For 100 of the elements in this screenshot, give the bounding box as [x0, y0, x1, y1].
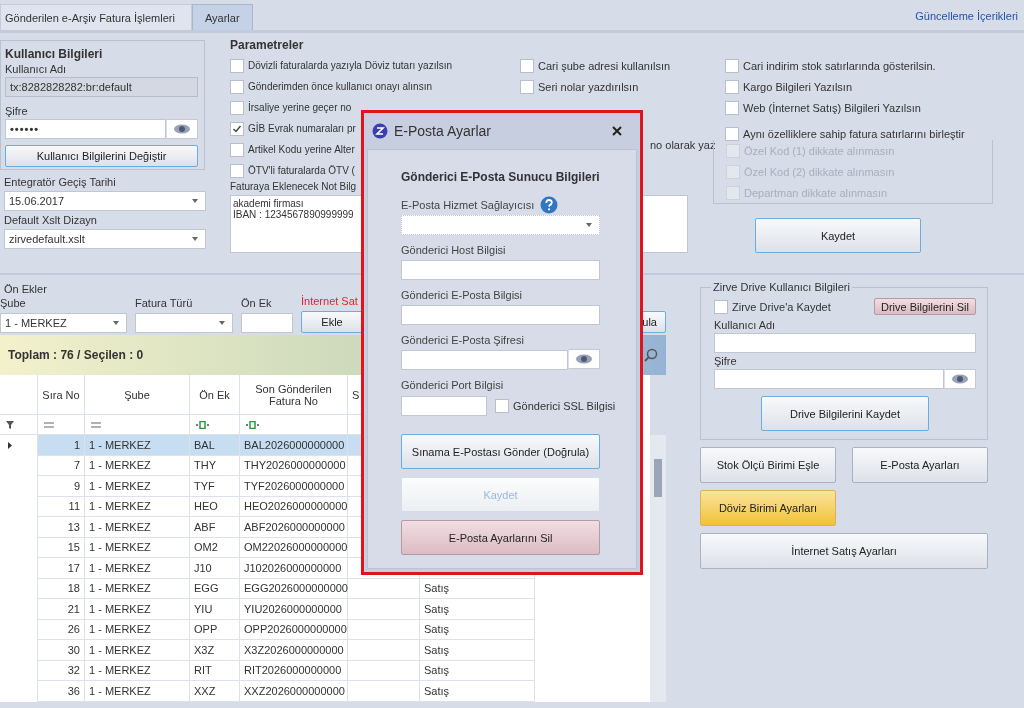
action-button[interactable]: Döviz Birimi Ayarları: [700, 490, 836, 526]
eye-icon[interactable]: [944, 369, 976, 389]
search-icon[interactable]: [644, 348, 658, 362]
tab[interactable]: Gönderilen e-Arşiv Fatura İşlemleri: [0, 4, 192, 30]
table-cell: XXZ2026000000000: [240, 681, 348, 701]
eye-icon[interactable]: [568, 349, 600, 369]
table-cell: Satış: [424, 643, 450, 656]
table-cell: 9: [38, 476, 85, 496]
equals-icon[interactable]: [91, 421, 101, 428]
table-row[interactable]: 18 1 - MERKEZ EGG EGG2026000000000 Satış: [38, 578, 535, 599]
password-field[interactable]: ••••••: [5, 119, 166, 139]
field-label: Entegratör Geçiş Tarihi: [4, 176, 117, 188]
invoice-type-dropdown[interactable]: [135, 313, 233, 333]
table-cell: Satış: [424, 582, 450, 595]
table-cell: 11: [38, 496, 85, 516]
update-link[interactable]: Güncelleme İçerikleri: [915, 10, 1018, 22]
checkbox[interactable]: [230, 121, 244, 136]
checkbox[interactable]: [714, 299, 728, 314]
checkbox[interactable]: [230, 142, 244, 157]
action-button[interactable]: E-Posta Ayarları: [852, 447, 988, 483]
contains-icon[interactable]: [196, 420, 210, 429]
checkbox[interactable]: [725, 79, 739, 94]
dialog-button[interactable]: E-Posta Ayarlarını Sil: [401, 520, 600, 555]
table-row[interactable]: 32 1 - MERKEZ RIT RIT2026000000000 Satış: [38, 660, 535, 681]
checkbox[interactable]: [725, 58, 739, 73]
drive-save-button[interactable]: Drive Bilgilerini Kaydet: [761, 396, 929, 431]
checkbox[interactable]: [230, 163, 244, 178]
checkbox[interactable]: [520, 79, 534, 94]
row-indicator-icon: [8, 441, 12, 449]
date-dropdown[interactable]: 15.06.2017: [4, 191, 206, 211]
table-cell: 1 - MERKEZ: [85, 558, 190, 578]
table-cell: 1 - MERKEZ: [85, 681, 190, 701]
delete-drive-button[interactable]: Drive Bilgilerini Sil: [873, 298, 976, 315]
table-cell: OPP: [190, 619, 240, 639]
table-cell: 1 - MERKEZ: [85, 578, 190, 598]
save-button[interactable]: Kaydet: [755, 218, 921, 253]
checkbox[interactable]: [725, 126, 739, 141]
equals-icon[interactable]: [44, 421, 54, 428]
port-field[interactable]: [401, 396, 487, 416]
checkbox[interactable]: [725, 100, 739, 115]
table-cell: 1 - MERKEZ: [85, 476, 190, 496]
field-label: Ön Ek: [241, 297, 273, 309]
help-icon[interactable]: [540, 196, 559, 214]
add-button[interactable]: Ekle: [301, 311, 363, 333]
password-field[interactable]: [714, 369, 944, 389]
host-field[interactable]: [401, 260, 600, 280]
tab[interactable]: Ayarlar: [191, 4, 253, 30]
xslt-dropdown[interactable]: zirvedefault.xslt: [4, 229, 206, 249]
field-label: E-Posta Hizmet Sağlayıcısı: [401, 199, 535, 211]
checkbox-label: Gönderimden önce kullanıcı onayı alınsın: [248, 81, 432, 92]
eye-icon[interactable]: [166, 119, 198, 139]
scrollbar[interactable]: [650, 435, 666, 702]
checkbox-label: Web (İnternet Satış) Bilgileri Yazılsın: [743, 101, 921, 114]
action-button[interactable]: Stok Ölçü Birimi Eşle: [700, 447, 836, 483]
checkbox[interactable]: [230, 58, 244, 73]
close-icon[interactable]: [612, 126, 622, 136]
field-label: Faturaya Eklenecek Not Bilg: [230, 181, 358, 192]
dialog-heading: Gönderici E-Posta Sunucu Bilgileri: [401, 170, 600, 184]
dialog-button[interactable]: Sınama E-Postası Gönder (Doğrula): [401, 434, 600, 469]
checkbox[interactable]: [495, 398, 509, 413]
table-row[interactable]: 21 1 - MERKEZ YIU YIU2026000000000 Satış: [38, 599, 535, 620]
app-logo-icon: [372, 123, 388, 139]
field-label: Gönderici Host Bilgisi: [401, 243, 507, 258]
table-row[interactable]: 30 1 - MERKEZ X3Z X3Z2026000000000 Satış: [38, 640, 535, 661]
warning-text: İnternet Sat: [301, 295, 359, 307]
field-label: Fatura Türü: [135, 297, 194, 309]
field-label: Şube: [0, 297, 27, 309]
table-cell: BAL: [190, 435, 240, 455]
email-field[interactable]: [401, 305, 600, 325]
checkbox[interactable]: [230, 100, 244, 115]
table-cell: 26: [38, 619, 85, 639]
checkbox[interactable]: [230, 79, 244, 94]
table-cell: RIT2026000000000: [240, 660, 348, 680]
table-cell: J102026000000000: [240, 558, 348, 578]
checkbox-label: İrsaliye yerine geçer no: [248, 102, 352, 113]
username-field[interactable]: [714, 333, 976, 353]
table-cell: OM2: [190, 537, 240, 557]
table-cell: X3Z2026000000000: [240, 640, 348, 660]
table-cell: J10: [190, 558, 240, 578]
filter-icon[interactable]: [6, 420, 14, 429]
table-cell: Satış: [424, 664, 450, 677]
table-cell: TYF: [190, 476, 240, 496]
password-field[interactable]: [401, 350, 568, 370]
checkbox-label: Seri nolar yazdırılsın: [538, 80, 639, 93]
change-user-button[interactable]: Kullanıcı Bilgilerini Değiştir: [5, 145, 198, 167]
table-cell: ABF2026000000000: [240, 517, 348, 537]
checkbox-label: GİB Evrak numaraları pr: [248, 123, 356, 134]
checkbox-label: Dövizli faturalarda yazıyla Döviz tutarı yazılsın: [248, 60, 452, 71]
username-field[interactable]: tx:8282828282:br:default: [5, 77, 198, 97]
action-button[interactable]: İnternet Satış Ayarları: [700, 533, 988, 569]
table-cell: OM22026000000000: [240, 537, 348, 557]
table-cell: 1 - MERKEZ: [85, 660, 190, 680]
table-cell: 1 - MERKEZ: [85, 619, 190, 639]
table-row[interactable]: 26 1 - MERKEZ OPP OPP2026000000000 Satış: [38, 619, 535, 640]
contains-icon[interactable]: [246, 420, 260, 429]
branch-dropdown[interactable]: 1 - MERKEZ: [0, 313, 127, 333]
table-row[interactable]: 36 1 - MERKEZ XXZ XXZ2026000000000 Satış: [38, 681, 535, 702]
checkbox[interactable]: [520, 58, 534, 73]
prefix-field[interactable]: [241, 313, 293, 333]
table-cell: EGG2026000000000: [240, 578, 348, 598]
